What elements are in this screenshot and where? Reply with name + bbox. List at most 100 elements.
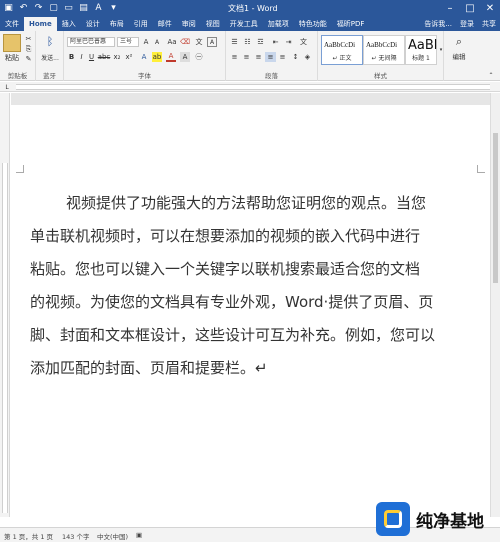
style-normal[interactable]: AaBbCcDi ↵ 正文 [321,35,363,65]
tab-view[interactable]: 视图 [201,17,225,31]
justify-icon[interactable]: ≡ [265,52,276,62]
word-count[interactable]: 143 个字 [62,531,89,541]
login-link[interactable]: 登录 [456,19,478,29]
character-shading-icon[interactable]: A [180,52,190,62]
shading-icon[interactable]: ◈ [302,52,313,62]
shrink-font-icon[interactable]: A [152,37,162,47]
ruler-track[interactable] [16,84,490,90]
chinese-layout-icon[interactable]: 文 [298,37,309,47]
paragraph-line: 视频提供了功能强大的方法帮助您证明您的观点。当您 [66,194,427,212]
style-sample: AaBl [408,38,438,53]
align-center-icon[interactable]: ≡ [241,52,252,62]
horizontal-ruler[interactable]: L [0,82,500,92]
bluetooth-icon[interactable]: ᛒ [43,34,57,48]
font-name-dropdown[interactable]: 阿里巴巴普惠 [67,37,115,47]
tab-review[interactable]: 审阅 [177,17,201,31]
style-sample: AaBbCcDi [324,41,356,49]
tab-selector-icon[interactable]: L [2,83,12,91]
text-effects-icon[interactable]: A [139,52,149,62]
print-preview-icon[interactable]: ▤ [77,2,90,15]
style-name: ↵ 无间隔 [371,55,397,62]
tab-mailings[interactable]: 邮件 [153,17,177,31]
bluetooth-group-label: 蓝牙 [43,72,56,80]
bullets-icon[interactable]: ☰ [229,37,240,47]
tab-insert[interactable]: 插入 [57,17,81,31]
decrease-indent-icon[interactable]: ⇤ [270,37,281,47]
paragraph-line: 的视频。为使您的文档具有专业外观，Word·提供了页眉、页 [30,293,434,311]
tab-foxit-pdf[interactable]: 福昕PDF [332,17,370,31]
clipboard-group: 粘贴 ✂ ⎘ ✎ 剪贴板 [0,31,36,81]
tab-developer[interactable]: 开发工具 [225,17,263,31]
phonetic-guide-icon[interactable]: 文 [194,37,204,47]
vertical-scrollbar[interactable] [490,93,500,517]
bluetooth-group: ᛒ 发送... 蓝牙 [36,31,64,81]
share-button[interactable]: 共享 [478,19,500,29]
enclose-characters-icon[interactable]: ㊀ [194,52,204,62]
tab-layout[interactable]: 布局 [105,17,129,31]
multilevel-list-icon[interactable]: ☲ [255,37,266,47]
subscript-icon[interactable]: x₂ [112,52,122,62]
language-indicator[interactable]: 中文(中国) [97,531,128,541]
tab-features[interactable]: 特色功能 [294,17,332,31]
tab-home[interactable]: Home [24,17,57,31]
paragraph-line: 粘贴。您也可以键入一个关键字以联机搜索最适合您的文档 [30,260,421,278]
underline-icon[interactable]: U [87,52,96,62]
style-name: 标题 1 [412,55,430,62]
font-size-dropdown[interactable]: 三号 [117,37,139,47]
numbering-icon[interactable]: ☷ [242,37,253,47]
copy-icon[interactable]: ⎘ [24,45,33,53]
change-case-icon[interactable]: Aa [167,37,177,47]
cut-icon[interactable]: ✂ [24,35,33,43]
paragraph-line: 添加匹配的封面、页眉和提要栏。↵ [30,359,268,377]
watermark-text: 纯净基地 [416,511,484,532]
superscript-icon[interactable]: x² [124,52,134,62]
redo-icon[interactable]: ↷ [32,2,45,15]
minimize-icon[interactable]: – [440,0,460,17]
close-icon[interactable]: ✕ [480,0,500,17]
style-no-spacing[interactable]: AaBbCcDi ↵ 无间隔 [363,35,405,65]
grow-font-icon[interactable]: A [141,37,151,47]
tab-addins[interactable]: 加载项 [263,17,294,31]
document-page[interactable]: 视频提供了功能强大的方法帮助您证明您的观点。当您 单击联机视频时，可以在想要添加… [11,105,490,517]
page-count[interactable]: 第 1 页，共 1 页 [4,531,53,541]
document-canvas[interactable]: 视频提供了功能强大的方法帮助您证明您的观点。当您 单击联机视频时，可以在想要添加… [11,93,490,517]
align-left-icon[interactable]: ≡ [229,52,240,62]
scrollbar-thumb[interactable] [493,133,498,283]
collapse-ribbon-icon[interactable]: ⌃ [486,71,496,79]
undo-icon[interactable]: ↶ [17,2,30,15]
customize-qa-icon[interactable]: ▾ [107,2,120,15]
crop-mark [16,165,24,173]
align-right-icon[interactable]: ≡ [253,52,264,62]
open-icon[interactable]: ▭ [62,2,75,15]
document-body[interactable]: 视频提供了功能强大的方法帮助您证明您的观点。当您 单击联机视频时，可以在想要添加… [30,187,480,385]
tell-me-box[interactable]: 告诉我... [420,19,456,29]
paste-icon[interactable] [3,34,21,52]
tab-file[interactable]: 文件 [0,17,24,31]
find-icon[interactable]: ⌕ [452,35,466,49]
vertical-ruler-track[interactable] [2,163,8,513]
vertical-ruler[interactable] [0,93,10,517]
italic-icon[interactable]: I [77,52,86,62]
new-doc-icon[interactable]: ▢ [47,2,60,15]
distributed-icon[interactable]: ≡ [277,52,288,62]
paste-button[interactable]: 粘贴 [2,53,22,63]
bold-icon[interactable]: B [67,52,76,62]
editing-button[interactable]: 编辑 [446,51,472,61]
tab-design[interactable]: 设计 [81,17,105,31]
highlight-color-icon[interactable]: ab [152,52,162,62]
character-border-icon[interactable]: A [207,37,217,47]
font-color-icon[interactable]: A [92,2,105,15]
save-icon[interactable]: ▣ [2,2,15,15]
style-heading-1[interactable]: AaBl 标题 1 [405,35,437,65]
maximize-icon[interactable]: □ [460,0,480,17]
font-color-button-icon[interactable]: A [166,52,176,62]
tab-references[interactable]: 引用 [129,17,153,31]
macro-record-icon[interactable]: ▣ [136,531,142,539]
line-spacing-icon[interactable]: ↕ [290,52,301,62]
clear-format-icon[interactable]: ⌫ [180,37,190,47]
paragraph-line: 脚、封面和文本框设计，这些设计可互为补充。例如，您可以 [30,326,436,344]
format-painter-icon[interactable]: ✎ [24,55,33,63]
increase-indent-icon[interactable]: ⇥ [283,37,294,47]
bluetooth-send-button[interactable]: 发送... [38,51,62,63]
strikethrough-icon[interactable]: abc [98,52,111,62]
